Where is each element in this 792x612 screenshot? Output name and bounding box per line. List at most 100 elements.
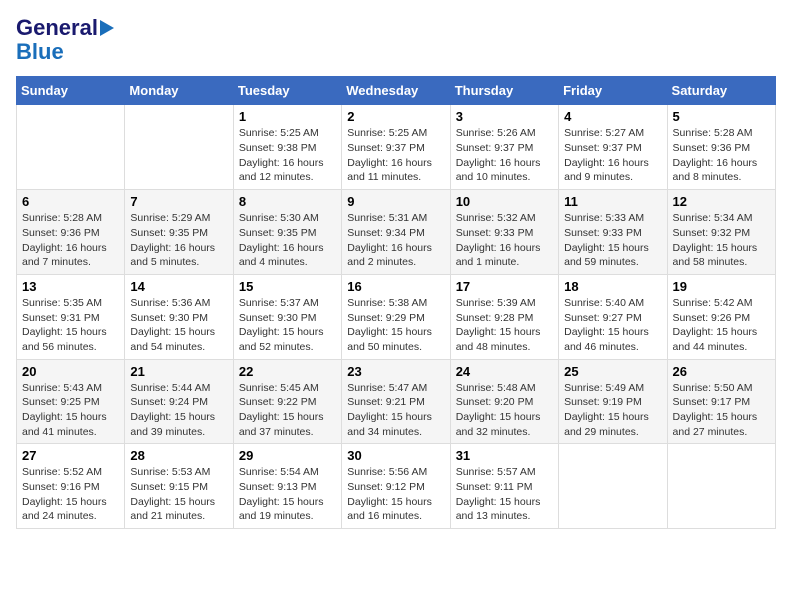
day-info: Sunrise: 5:38 AM Sunset: 9:29 PM Dayligh… [347,296,444,355]
day-info: Sunrise: 5:27 AM Sunset: 9:37 PM Dayligh… [564,126,661,185]
day-number: 11 [564,194,661,209]
day-number: 13 [22,279,119,294]
day-number: 24 [456,364,553,379]
day-info: Sunrise: 5:25 AM Sunset: 9:37 PM Dayligh… [347,126,444,185]
header-tuesday: Tuesday [233,77,341,105]
day-info: Sunrise: 5:45 AM Sunset: 9:22 PM Dayligh… [239,381,336,440]
header-monday: Monday [125,77,233,105]
calendar-cell: 8 Sunrise: 5:30 AM Sunset: 9:35 PM Daylig… [233,190,341,275]
day-info: Sunrise: 5:39 AM Sunset: 9:28 PM Dayligh… [456,296,553,355]
day-number: 29 [239,448,336,463]
calendar-cell: 6 Sunrise: 5:28 AM Sunset: 9:36 PM Daylig… [17,190,125,275]
calendar-cell [667,444,775,529]
day-info: Sunrise: 5:49 AM Sunset: 9:19 PM Dayligh… [564,381,661,440]
calendar-cell: 22Sunrise: 5:45 AM Sunset: 9:22 PM Dayli… [233,359,341,444]
day-number: 14 [130,279,227,294]
header-wednesday: Wednesday [342,77,450,105]
day-info: Sunrise: 5:40 AM Sunset: 9:27 PM Dayligh… [564,296,661,355]
day-number: 8 [239,194,336,209]
calendar-week-2: 6 Sunrise: 5:28 AM Sunset: 9:36 PM Daylig… [17,190,776,275]
day-info: Sunrise: 5:56 AM Sunset: 9:12 PM Dayligh… [347,465,444,524]
day-info: Sunrise: 5:37 AM Sunset: 9:30 PM Dayligh… [239,296,336,355]
calendar-cell: 19 Sunrise: 5:42 AM Sunset: 9:26 PM Dayli… [667,274,775,359]
day-number: 25 [564,364,661,379]
day-number: 9 [347,194,444,209]
day-info: Sunrise: 5:29 AM Sunset: 9:35 PM Dayligh… [130,211,227,270]
logo-blue: Blue [16,40,64,64]
calendar-cell [125,105,233,190]
day-info: Sunrise: 5:35 AM Sunset: 9:31 PM Dayligh… [22,296,119,355]
day-number: 17 [456,279,553,294]
day-info: Sunrise: 5:57 AM Sunset: 9:11 PM Dayligh… [456,465,553,524]
day-number: 10 [456,194,553,209]
day-info: Sunrise: 5:54 AM Sunset: 9:13 PM Dayligh… [239,465,336,524]
day-number: 23 [347,364,444,379]
day-number: 19 [673,279,770,294]
calendar-cell: 18Sunrise: 5:40 AM Sunset: 9:27 PM Dayli… [559,274,667,359]
header-row: SundayMondayTuesdayWednesdayThursdayFrid… [17,77,776,105]
calendar-cell: 23 Sunrise: 5:47 AM Sunset: 9:21 PM Dayli… [342,359,450,444]
day-info: Sunrise: 5:36 AM Sunset: 9:30 PM Dayligh… [130,296,227,355]
day-number: 12 [673,194,770,209]
calendar-cell: 9 Sunrise: 5:31 AM Sunset: 9:34 PM Daylig… [342,190,450,275]
day-info: Sunrise: 5:28 AM Sunset: 9:36 PM Dayligh… [673,126,770,185]
calendar-cell: 4 Sunrise: 5:27 AM Sunset: 9:37 PM Daylig… [559,105,667,190]
logo: General Blue [16,16,114,64]
calendar-cell: 28Sunrise: 5:53 AM Sunset: 9:15 PM Dayli… [125,444,233,529]
day-number: 20 [22,364,119,379]
day-info: Sunrise: 5:43 AM Sunset: 9:25 PM Dayligh… [22,381,119,440]
page-header: General Blue [16,16,776,64]
calendar-cell [17,105,125,190]
header-saturday: Saturday [667,77,775,105]
day-info: Sunrise: 5:44 AM Sunset: 9:24 PM Dayligh… [130,381,227,440]
logo-general: General [16,16,98,40]
day-info: Sunrise: 5:28 AM Sunset: 9:36 PM Dayligh… [22,211,119,270]
day-number: 1 [239,109,336,124]
day-number: 7 [130,194,227,209]
calendar-cell: 25 Sunrise: 5:49 AM Sunset: 9:19 PM Dayli… [559,359,667,444]
day-number: 5 [673,109,770,124]
day-info: Sunrise: 5:42 AM Sunset: 9:26 PM Dayligh… [673,296,770,355]
calendar-cell: 30 Sunrise: 5:56 AM Sunset: 9:12 PM Dayli… [342,444,450,529]
day-info: Sunrise: 5:53 AM Sunset: 9:15 PM Dayligh… [130,465,227,524]
day-number: 6 [22,194,119,209]
day-number: 15 [239,279,336,294]
calendar-cell: 15 Sunrise: 5:37 AM Sunset: 9:30 PM Dayli… [233,274,341,359]
calendar-cell: 2Sunrise: 5:25 AM Sunset: 9:37 PM Daylig… [342,105,450,190]
calendar-cell: 3 Sunrise: 5:26 AM Sunset: 9:37 PM Daylig… [450,105,558,190]
day-number: 21 [130,364,227,379]
calendar-cell: 16 Sunrise: 5:38 AM Sunset: 9:29 PM Dayli… [342,274,450,359]
day-info: Sunrise: 5:34 AM Sunset: 9:32 PM Dayligh… [673,211,770,270]
day-info: Sunrise: 5:25 AM Sunset: 9:38 PM Dayligh… [239,126,336,185]
day-info: Sunrise: 5:26 AM Sunset: 9:37 PM Dayligh… [456,126,553,185]
calendar-cell: 27Sunrise: 5:52 AM Sunset: 9:16 PM Dayli… [17,444,125,529]
calendar-cell: 31 Sunrise: 5:57 AM Sunset: 9:11 PM Dayli… [450,444,558,529]
day-info: Sunrise: 5:47 AM Sunset: 9:21 PM Dayligh… [347,381,444,440]
calendar-cell: 26Sunrise: 5:50 AM Sunset: 9:17 PM Dayli… [667,359,775,444]
day-number: 3 [456,109,553,124]
day-info: Sunrise: 5:33 AM Sunset: 9:33 PM Dayligh… [564,211,661,270]
calendar-week-4: 20 Sunrise: 5:43 AM Sunset: 9:25 PM Dayli… [17,359,776,444]
calendar-cell: 14 Sunrise: 5:36 AM Sunset: 9:30 PM Dayli… [125,274,233,359]
day-number: 31 [456,448,553,463]
logo-arrow-icon [100,20,114,36]
calendar-week-1: 1 Sunrise: 5:25 AM Sunset: 9:38 PM Daylig… [17,105,776,190]
day-number: 16 [347,279,444,294]
calendar-cell: 1 Sunrise: 5:25 AM Sunset: 9:38 PM Daylig… [233,105,341,190]
day-number: 4 [564,109,661,124]
calendar-cell: 21 Sunrise: 5:44 AM Sunset: 9:24 PM Dayli… [125,359,233,444]
header-thursday: Thursday [450,77,558,105]
day-number: 30 [347,448,444,463]
header-sunday: Sunday [17,77,125,105]
header-friday: Friday [559,77,667,105]
day-info: Sunrise: 5:32 AM Sunset: 9:33 PM Dayligh… [456,211,553,270]
calendar-week-5: 27Sunrise: 5:52 AM Sunset: 9:16 PM Dayli… [17,444,776,529]
calendar-cell [559,444,667,529]
day-info: Sunrise: 5:52 AM Sunset: 9:16 PM Dayligh… [22,465,119,524]
calendar-cell: 13 Sunrise: 5:35 AM Sunset: 9:31 PM Dayli… [17,274,125,359]
calendar-cell: 7 Sunrise: 5:29 AM Sunset: 9:35 PM Daylig… [125,190,233,275]
day-info: Sunrise: 5:31 AM Sunset: 9:34 PM Dayligh… [347,211,444,270]
calendar-table: SundayMondayTuesdayWednesdayThursdayFrid… [16,76,776,529]
day-info: Sunrise: 5:30 AM Sunset: 9:35 PM Dayligh… [239,211,336,270]
calendar-cell: 29 Sunrise: 5:54 AM Sunset: 9:13 PM Dayli… [233,444,341,529]
